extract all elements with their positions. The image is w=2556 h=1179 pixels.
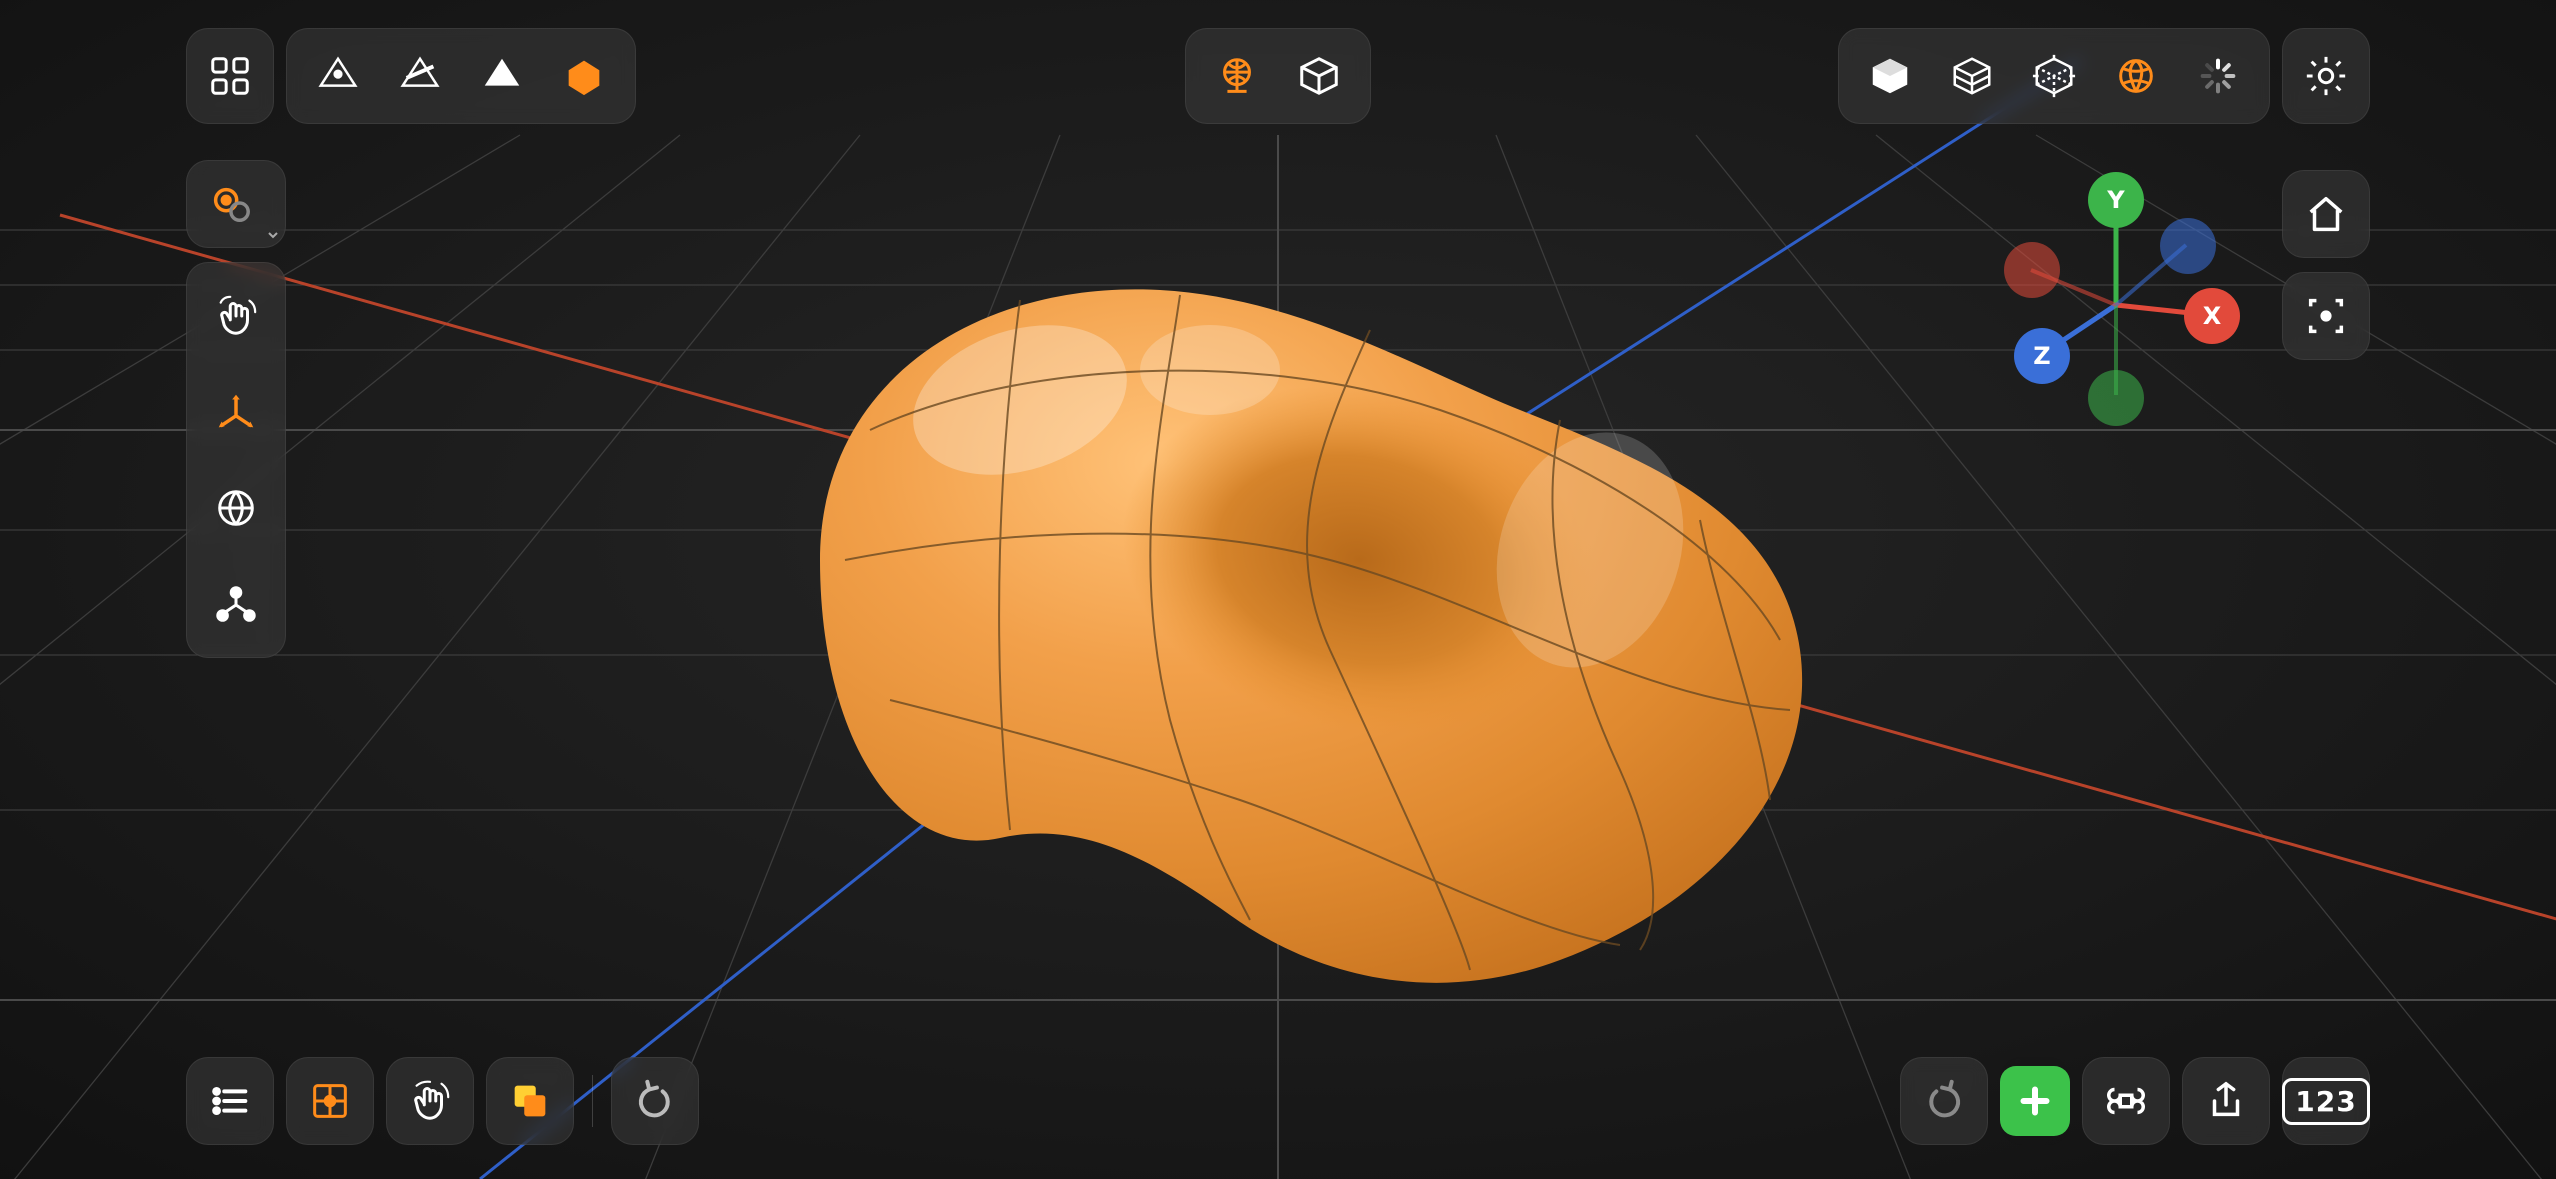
undo-button[interactable]: [611, 1057, 699, 1145]
plus-icon: [2000, 1066, 2070, 1136]
layers-button[interactable]: [486, 1057, 574, 1145]
command-icon: [2091, 1066, 2161, 1136]
home-view-button[interactable]: [2282, 170, 2370, 258]
shading-render[interactable]: [2097, 37, 2175, 115]
view-mode-edge[interactable]: [381, 37, 459, 115]
share-button[interactable]: [2182, 1057, 2270, 1145]
gizmo-axis-x[interactable]: X: [2184, 288, 2240, 344]
projects-button[interactable]: [186, 28, 274, 124]
list-icon: [195, 1066, 265, 1136]
shading-group: [1838, 28, 2270, 124]
view-mode-solid[interactable]: [545, 37, 623, 115]
gizmo-axis-z[interactable]: Z: [2014, 328, 2070, 384]
center-focus-icon: [2291, 281, 2361, 351]
gizmo-neg-x[interactable]: [2004, 242, 2060, 298]
focus-center-button[interactable]: [2282, 272, 2370, 360]
layers-icon: [495, 1066, 565, 1136]
gizmo-neg-y[interactable]: [2088, 370, 2144, 426]
object-cube-button[interactable]: [1280, 37, 1358, 115]
separator: [592, 1075, 593, 1127]
settings-button[interactable]: [2282, 28, 2370, 124]
multi-touch-button[interactable]: [386, 1057, 474, 1145]
hierarchy-tool[interactable]: [197, 565, 275, 643]
gear-icon: [2291, 41, 2361, 111]
view-mode-face[interactable]: [463, 37, 541, 115]
redo-button[interactable]: [1900, 1057, 1988, 1145]
orientation-group: [1185, 28, 1371, 124]
home-icon: [2291, 179, 2361, 249]
snap-magnet-button[interactable]: [186, 160, 286, 248]
shading-solid[interactable]: [1851, 37, 1929, 115]
globe-wire-tool[interactable]: [197, 469, 275, 547]
view-mode-vertex[interactable]: [299, 37, 377, 115]
axis-gizmo[interactable]: Y X Z: [1986, 160, 2246, 420]
numeric-input-button[interactable]: 123: [2282, 1057, 2370, 1145]
outliner-button[interactable]: [186, 1057, 274, 1145]
multi-touch-icon: [395, 1066, 465, 1136]
shading-xray[interactable]: [2015, 37, 2093, 115]
transform-tools: [186, 262, 286, 658]
grid-4-icon: [195, 41, 265, 111]
snap-magnet-icon: [195, 169, 265, 239]
gizmo-axis-y[interactable]: Y: [2088, 172, 2144, 228]
command-button[interactable]: [2082, 1057, 2170, 1145]
numeric-123-icon: 123: [2291, 1066, 2361, 1136]
view-mode-group: [286, 28, 636, 124]
globe-button[interactable]: [1198, 37, 1276, 115]
undo-icon: [620, 1066, 690, 1136]
grid-snap-icon: [295, 1066, 365, 1136]
redo-icon: [1909, 1066, 1979, 1136]
gizmo-neg-z[interactable]: [2160, 218, 2216, 274]
share-icon: [2191, 1066, 2261, 1136]
gesture-tool[interactable]: [197, 277, 275, 355]
grid-snap-button[interactable]: [286, 1057, 374, 1145]
axis-local-tool[interactable]: [197, 373, 275, 451]
loading-spinner-icon[interactable]: [2179, 37, 2257, 115]
add-button[interactable]: [2000, 1057, 2070, 1145]
shading-wire[interactable]: [1933, 37, 2011, 115]
